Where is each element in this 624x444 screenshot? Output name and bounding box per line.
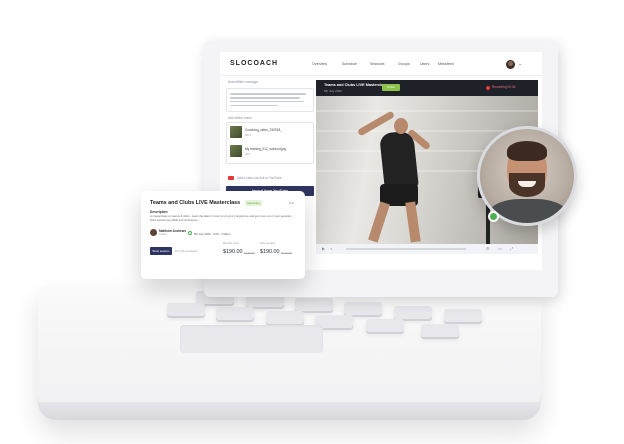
keyboard-key [366, 319, 404, 332]
coach-body [379, 130, 419, 192]
price-label: Member price [223, 242, 239, 245]
nav-sessions[interactable]: Sessions [370, 62, 385, 66]
keyboard-key [295, 298, 333, 311]
video-title: Teams and Clubs LIVE Masterclass [324, 83, 388, 87]
video-date: 5th July 2022 [324, 89, 342, 93]
coach-role: Coach [159, 233, 167, 236]
laptop-base-edge [38, 402, 541, 420]
nav-messfeed[interactable]: Messfeed [438, 62, 454, 66]
file-name: Coaching_video_230918_ [245, 128, 283, 132]
recording-label[interactable]: Recording 00:36 [492, 85, 515, 89]
price-value: $190.00 [223, 249, 243, 255]
participant-hair [507, 141, 547, 161]
top-nav: SLOCOACH Overview Schedule Sessions Grou… [220, 52, 542, 76]
participant-shirt [488, 199, 568, 223]
status-badge: Online [382, 84, 400, 91]
message-title: Note/offline message [228, 80, 258, 84]
status-badge: Upcoming [245, 200, 262, 206]
volume-icon[interactable]: ◖ [330, 246, 332, 251]
files-title: Add offline notes [228, 116, 252, 120]
clock-icon [188, 231, 192, 235]
list-item[interactable]: Coaching_video_230918_ MP4 [230, 126, 312, 140]
nav-overview[interactable]: Overview [312, 62, 327, 66]
brand-logo[interactable]: SLOCOACH [230, 60, 278, 67]
trackpad [180, 325, 323, 353]
laptop-base [38, 286, 541, 420]
price-value: $190.00 [260, 249, 280, 255]
nav-groups[interactable]: Groups [398, 62, 410, 66]
price-old: $240.00 [281, 251, 292, 255]
price-old: $240.00 [244, 251, 255, 255]
keyboard-key [167, 303, 205, 316]
online-status-icon [488, 211, 499, 222]
session-card[interactable]: Teams and Clubs LIVE Masterclass Upcomin… [141, 191, 305, 279]
description-text: A masterclass on teams & clubs - learn t… [150, 214, 293, 222]
video-header: Teams and Clubs LIVE Masterclass 5th Jul… [316, 80, 538, 96]
list-item[interactable]: My training_012_workout.jpg JPG [230, 145, 312, 159]
nav-users[interactable]: Users [420, 62, 429, 66]
file-name: My training_012_workout.jpg [245, 147, 286, 151]
card-title: Teams and Clubs LIVE Masterclass [150, 200, 241, 206]
file-thumbnail [230, 126, 242, 138]
nav-schedule[interactable]: Schedule [342, 62, 357, 66]
file-type: MP4 [245, 133, 251, 137]
files-list: Coaching_video_230918_ MP4 My training_0… [226, 122, 314, 164]
session-time: 5th July 2022 · 6:00 - 7:00pm [194, 232, 231, 236]
avatar [150, 229, 157, 236]
caption-icon[interactable]: ▭ [498, 246, 502, 251]
seek-bar[interactable] [346, 248, 466, 250]
youtube-text: Add a video via link or YouTube [237, 176, 282, 180]
coach-leg [405, 201, 421, 243]
record-icon [486, 86, 490, 90]
file-type: JPG [245, 152, 251, 156]
message-textarea[interactable] [226, 88, 314, 112]
keyboard-key [266, 311, 304, 324]
edit-link[interactable]: Edit [289, 201, 294, 205]
file-thumbnail [230, 145, 242, 157]
keyboard-key [394, 306, 432, 319]
coach-leg [368, 201, 390, 243]
settings-icon[interactable]: ⚙ [486, 246, 490, 251]
keyboard-key [421, 324, 459, 337]
play-icon[interactable]: ▶ [322, 246, 325, 251]
progress-text: 15 of 20 completed [175, 250, 198, 253]
keyboard-key [344, 302, 382, 315]
fullscreen-icon[interactable]: ⤢ [510, 246, 513, 251]
user-avatar[interactable] [506, 60, 515, 69]
video-controls: ▶ ◖ ⚙ ▭ ⤢ [316, 244, 538, 254]
coach-head [394, 118, 408, 134]
keyboard-key [216, 307, 254, 320]
youtube-icon [228, 176, 234, 180]
price-label: Non-member [260, 242, 276, 245]
keyboard-key [444, 309, 482, 322]
book-session-button[interactable]: Book session [150, 247, 172, 255]
chevron-down-icon[interactable]: ⌄ [518, 61, 522, 67]
